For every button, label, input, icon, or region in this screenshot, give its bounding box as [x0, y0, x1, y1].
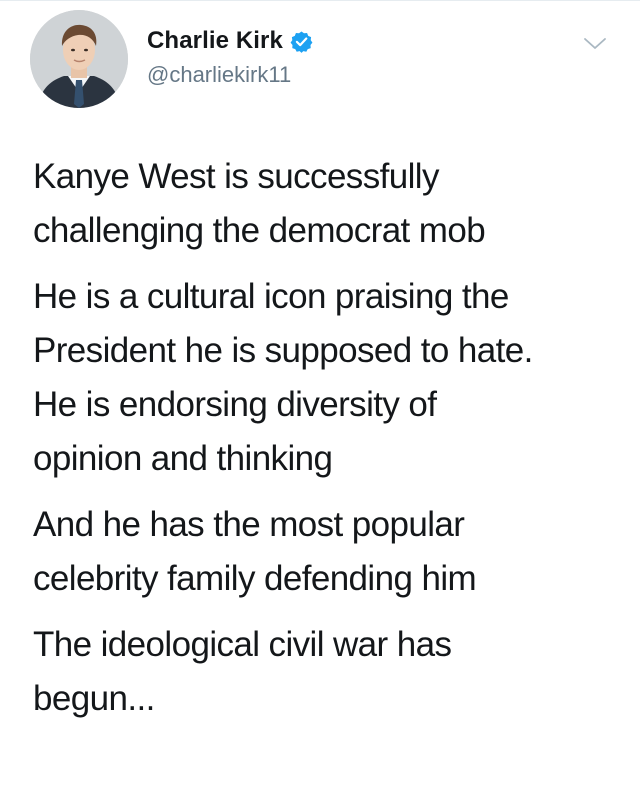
tweet-paragraph: The ideological civil war has begun... [33, 618, 618, 726]
avatar-photo [30, 10, 128, 108]
tweet-text-line: Kanye West is successfully [33, 157, 439, 196]
author-handle[interactable]: @charliekirk11 [147, 62, 291, 88]
display-name[interactable]: Charlie Kirk [147, 27, 283, 55]
tweet-text-line: And he has the most popular [33, 505, 465, 544]
author-name-row[interactable]: Charlie Kirk [147, 26, 313, 56]
tweet-paragraph: He is a cultural icon praising the Presi… [33, 270, 618, 486]
tweet-card: Charlie Kirk @charliekirk11 Kanye West i… [0, 0, 640, 805]
verified-badge-icon [290, 30, 313, 53]
tweet-text-line: He is endorsing diversity of [33, 385, 437, 424]
tweet-header: Charlie Kirk @charliekirk11 [30, 10, 610, 110]
tweet-text-line: opinion and thinking [33, 439, 333, 478]
tweet-text-line: challenging the democrat mob [33, 211, 486, 250]
tweet-text-line: He is a cultural icon praising the [33, 277, 509, 316]
chevron-down-icon[interactable] [582, 34, 608, 54]
tweet-text-line: President he is supposed to hate. [33, 331, 533, 370]
tweet-text-line: celebrity family defending him [33, 559, 477, 598]
tweet-text-line: The ideological civil war has [33, 625, 452, 664]
tweet-text: Kanye West is successfully challenging t… [33, 150, 618, 738]
tweet-paragraph: Kanye West is successfully challenging t… [33, 150, 618, 258]
tweet-text-line: begun... [33, 679, 155, 718]
tweet-paragraph: And he has the most popular celebrity fa… [33, 498, 618, 606]
avatar[interactable] [30, 10, 128, 108]
